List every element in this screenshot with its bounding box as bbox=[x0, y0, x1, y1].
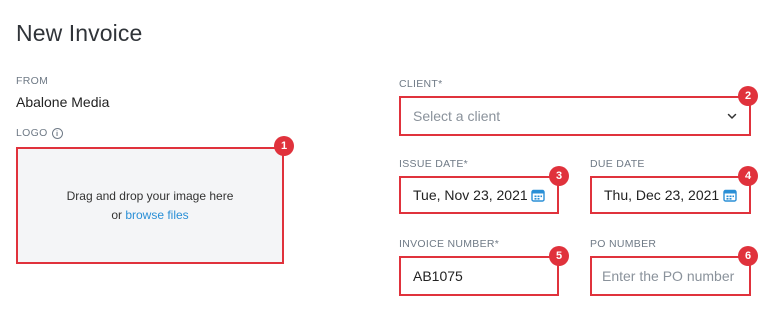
po-number-label: PO NUMBER bbox=[590, 238, 657, 250]
dropzone-text: Drag and drop your image here bbox=[66, 188, 234, 203]
logo-label: LOGO bbox=[16, 127, 48, 139]
logo-label-row: LOGO i bbox=[16, 127, 63, 139]
logo-dropzone[interactable]: Drag and drop your image here or browse … bbox=[16, 147, 284, 264]
from-label: FROM bbox=[16, 75, 49, 87]
calendar-icon[interactable] bbox=[723, 188, 737, 202]
issue-date-field[interactable]: Tue, Nov 23, 2021 bbox=[399, 176, 559, 214]
annotation-badge-5: 5 bbox=[549, 246, 569, 266]
invoice-number-field[interactable]: AB1075 bbox=[399, 256, 559, 296]
dropzone-or-text: or bbox=[111, 207, 126, 222]
po-number-placeholder: Enter the PO number bbox=[602, 268, 735, 284]
due-date-value: Thu, Dec 23, 2021 bbox=[604, 187, 720, 203]
po-number-field[interactable]: Enter the PO number bbox=[590, 256, 751, 296]
dropzone-browse-line: or browse files bbox=[111, 206, 188, 225]
annotation-badge-6: 6 bbox=[738, 246, 758, 266]
issue-date-label: ISSUE DATE* bbox=[399, 158, 469, 170]
due-date-label: DUE DATE bbox=[590, 158, 645, 170]
chevron-down-icon bbox=[727, 113, 737, 119]
annotation-badge-4: 4 bbox=[738, 166, 758, 186]
due-date-field[interactable]: Thu, Dec 23, 2021 bbox=[590, 176, 751, 214]
info-icon[interactable]: i bbox=[51, 127, 63, 139]
from-value: Abalone Media bbox=[16, 94, 110, 110]
invoice-number-value: AB1075 bbox=[413, 268, 463, 284]
annotation-badge-2: 2 bbox=[738, 86, 758, 106]
annotation-badge-1: 1 bbox=[274, 136, 294, 156]
invoice-number-label: INVOICE NUMBER* bbox=[399, 238, 500, 250]
client-select[interactable]: Select a client bbox=[399, 96, 751, 136]
annotation-badge-3: 3 bbox=[549, 166, 569, 186]
client-label: CLIENT* bbox=[399, 78, 443, 90]
issue-date-value: Tue, Nov 23, 2021 bbox=[413, 187, 528, 203]
calendar-icon[interactable] bbox=[531, 188, 545, 202]
browse-files-link[interactable]: browse files bbox=[125, 208, 188, 222]
page-title: New Invoice bbox=[16, 20, 143, 46]
client-select-placeholder: Select a client bbox=[413, 108, 501, 124]
